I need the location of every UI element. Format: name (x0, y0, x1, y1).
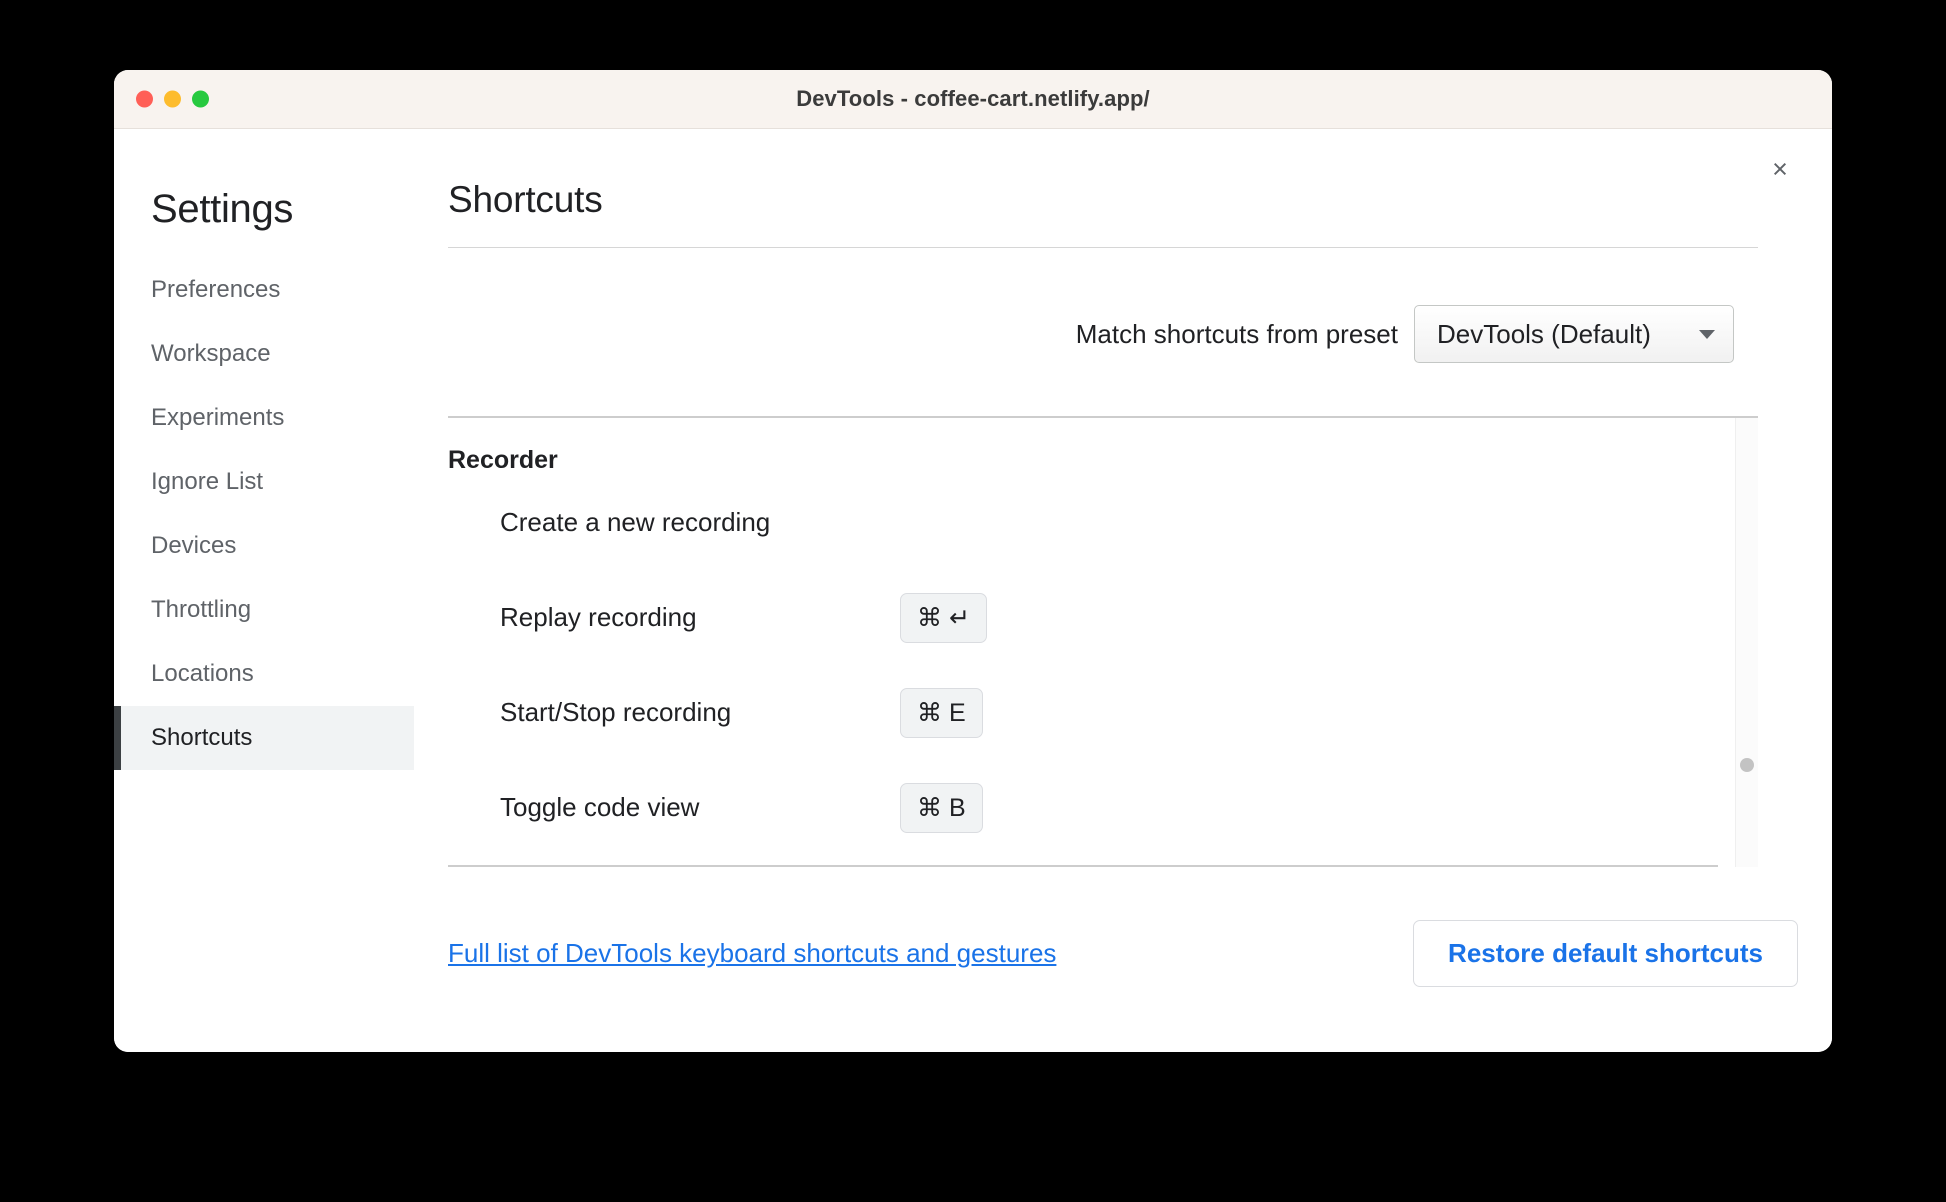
vertical-scrollbar[interactable] (1735, 418, 1758, 867)
traffic-lights (136, 90, 209, 108)
chevron-down-icon (1699, 329, 1715, 339)
restore-default-shortcuts-button[interactable]: Restore default shortcuts (1413, 920, 1798, 987)
sidebar-item-label: Ignore List (151, 468, 264, 495)
shortcut-name: Replay recording (500, 602, 697, 632)
sidebar-item-workspace[interactable]: Workspace (114, 322, 414, 386)
key-chip[interactable]: ⌘ B (900, 782, 983, 833)
window-body: Settings Preferences Workspace Experimen… (114, 129, 1832, 1052)
shortcuts-scroll-area[interactable]: Recorder Create a new recording Replay r… (448, 416, 1758, 867)
section-title-recorder: Recorder (448, 446, 558, 474)
preset-select[interactable]: DevTools (Default) (1414, 305, 1734, 363)
devtools-settings-window: DevTools - coffee-cart.netlify.app/ Sett… (114, 70, 1832, 1052)
minimize-window-button[interactable] (164, 90, 181, 108)
full-shortcuts-list-link[interactable]: Full list of DevTools keyboard shortcuts… (448, 938, 1056, 969)
table-row[interactable]: Replay recording ⌘ ↵ (448, 570, 1718, 665)
sidebar-item-locations[interactable]: Locations (114, 642, 414, 706)
sidebar-item-ignore-list[interactable]: Ignore List (114, 450, 414, 514)
key-chip[interactable]: ⌘ E (900, 687, 983, 738)
window-titlebar: DevTools - coffee-cart.netlify.app/ (114, 70, 1832, 129)
shortcut-name: Toggle code view (500, 792, 700, 822)
sidebar-item-label: Experiments (151, 404, 285, 431)
footer: Full list of DevTools keyboard shortcuts… (448, 920, 1798, 987)
table-row[interactable]: Create a new recording (448, 475, 1718, 570)
page-title-settings: Settings (151, 187, 294, 231)
preset-row: Match shortcuts from preset DevTools (De… (448, 305, 1758, 363)
title-divider (448, 247, 1758, 248)
sidebar-item-label: Workspace (151, 340, 271, 367)
sidebar-item-label: Shortcuts (151, 724, 253, 751)
shortcut-name: Start/Stop recording (500, 697, 732, 727)
table-row[interactable]: Toggle code view ⌘ B (448, 760, 1718, 855)
key-chip[interactable]: ⌘ ↵ (900, 592, 987, 643)
settings-sidebar: Settings Preferences Workspace Experimen… (114, 129, 414, 1052)
shortcut-keys: ⌘ E (900, 687, 983, 738)
shortcut-name: Create a new recording (500, 507, 771, 537)
sidebar-item-label: Preferences (151, 276, 281, 303)
sidebar-item-devices[interactable]: Devices (114, 514, 414, 578)
close-window-button[interactable] (136, 90, 153, 108)
scrollbar-thumb[interactable] (1740, 758, 1754, 772)
preset-selected-value: DevTools (Default) (1437, 318, 1651, 349)
main-inner: Shortcuts Match shortcuts from preset De… (414, 129, 1832, 867)
page-title: Shortcuts (448, 179, 603, 220)
sidebar-item-experiments[interactable]: Experiments (114, 386, 414, 450)
settings-main-panel: × Shortcuts Match shortcuts from preset … (414, 129, 1832, 1052)
sidebar-item-throttling[interactable]: Throttling (114, 578, 414, 642)
sidebar-item-shortcuts[interactable]: Shortcuts (114, 706, 414, 770)
close-icon[interactable]: × (1762, 151, 1798, 187)
shortcut-keys: ⌘ ↵ (900, 592, 987, 643)
window-title: DevTools - coffee-cart.netlify.app/ (796, 86, 1150, 111)
shortcut-keys: ⌘ B (900, 782, 983, 833)
sidebar-item-preferences[interactable]: Preferences (114, 258, 414, 322)
preset-label: Match shortcuts from preset (1075, 318, 1398, 349)
list-bottom-divider (448, 865, 1718, 867)
sidebar-item-label: Devices (151, 532, 237, 559)
maximize-window-button[interactable] (192, 90, 209, 108)
sidebar-item-label: Locations (151, 660, 254, 687)
sidebar-item-label: Throttling (151, 596, 252, 623)
table-row[interactable]: Start/Stop recording ⌘ E (448, 665, 1718, 760)
